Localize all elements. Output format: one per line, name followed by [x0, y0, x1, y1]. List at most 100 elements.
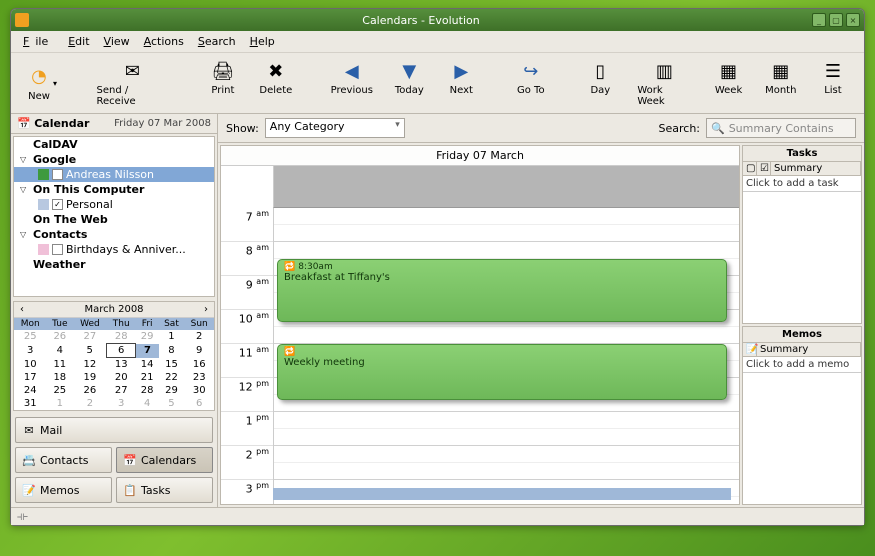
minical-day[interactable]: 8 — [159, 344, 185, 358]
menu-search[interactable]: Search — [192, 33, 242, 50]
source-calendar[interactable]: Birthdays & Anniver... — [14, 242, 214, 257]
memos-add-row[interactable]: Click to add a memo — [743, 357, 861, 373]
minical-day[interactable]: 6 — [184, 397, 214, 410]
minimize-button[interactable]: _ — [812, 13, 826, 27]
print-icon: 🖨 — [211, 59, 235, 83]
memos-col-icon[interactable]: 📝 — [743, 343, 757, 356]
source-group[interactable]: ▽Contacts — [14, 227, 214, 242]
minical-day[interactable]: 29 — [159, 384, 185, 397]
minical-day[interactable]: 1 — [46, 397, 73, 410]
source-group[interactable]: Weather — [14, 257, 214, 272]
switcher-tasks[interactable]: 📋Tasks — [116, 477, 213, 503]
minical-prev[interactable]: ‹ — [20, 304, 24, 315]
search-input[interactable]: 🔍Summary Contains — [706, 118, 856, 138]
menu-help[interactable]: Help — [244, 33, 281, 50]
minical-day[interactable]: 26 — [73, 384, 106, 397]
calendar-event[interactable]: 🔁8:30amBreakfast at Tiffany's — [277, 259, 727, 322]
minical-next[interactable]: › — [204, 304, 208, 315]
minical-day[interactable]: 5 — [159, 397, 185, 410]
minical-day[interactable]: 16 — [184, 358, 214, 372]
minical-day[interactable]: 12 — [73, 358, 106, 372]
minical-day[interactable]: 25 — [46, 384, 73, 397]
show-category-combo[interactable]: Any Category — [265, 118, 405, 138]
minical-day[interactable]: 20 — [107, 371, 136, 384]
switcher-memos[interactable]: 📝Memos — [15, 477, 112, 503]
minical-day[interactable]: 4 — [136, 397, 159, 410]
goto-button[interactable]: ↪Go To — [506, 57, 556, 109]
minical-day[interactable]: 28 — [107, 330, 136, 344]
menu-file[interactable]: File — [17, 33, 60, 50]
minical-day[interactable]: 30 — [184, 384, 214, 397]
tasks-add-row[interactable]: Click to add a task — [743, 176, 861, 192]
minical-day[interactable]: 27 — [107, 384, 136, 397]
tasks-col-summary[interactable]: Summary — [771, 162, 861, 175]
statusbar-grip-icon[interactable]: ⟛ — [17, 509, 28, 524]
day-view[interactable]: Friday 07 March 7 am8 am9 am10 am11 am12… — [220, 145, 740, 505]
tasks-col-complete-icon[interactable]: ▢ — [743, 162, 757, 175]
menu-edit[interactable]: Edit — [62, 33, 95, 50]
source-calendar[interactable]: ✓Andreas Nilsson — [14, 167, 214, 182]
minical-day[interactable]: 24 — [14, 384, 46, 397]
print-button[interactable]: 🖨Print — [198, 57, 248, 109]
source-group[interactable]: ▽Google — [14, 152, 214, 167]
menu-view[interactable]: View — [98, 33, 136, 50]
calendar-event[interactable]: 🔁Weekly meeting — [277, 344, 727, 400]
minical-day[interactable]: 18 — [46, 371, 73, 384]
minical-day[interactable]: 28 — [136, 384, 159, 397]
next-button[interactable]: ▶Next — [436, 57, 486, 109]
minical-day[interactable]: 21 — [136, 371, 159, 384]
send-receive-button[interactable]: ✉Send / Receive — [87, 57, 179, 109]
minical-day[interactable]: 14 — [136, 358, 159, 372]
close-button[interactable]: × — [846, 13, 860, 27]
minical-day[interactable]: 26 — [46, 330, 73, 344]
minical-day[interactable]: 2 — [73, 397, 106, 410]
source-group[interactable]: ▽On This Computer — [14, 182, 214, 197]
hour-label: 11 am — [221, 344, 273, 378]
new-button[interactable]: ◔New ▾ — [17, 57, 67, 109]
minical-day[interactable]: 11 — [46, 358, 73, 372]
time-grid[interactable]: 7 am8 am9 am10 am11 am12 pm1 pm2 pm3 pm … — [221, 208, 739, 504]
minical-day[interactable]: 3 — [14, 344, 46, 358]
minical-day[interactable]: 9 — [184, 344, 214, 358]
month-view-button[interactable]: ▦Month — [756, 57, 806, 109]
previous-button[interactable]: ◀Previous — [321, 57, 382, 109]
titlebar[interactable]: Calendars - Evolution _ ▢ × — [11, 9, 864, 31]
minical-day[interactable]: 19 — [73, 371, 106, 384]
switcher-calendars[interactable]: 📅Calendars — [116, 447, 213, 473]
delete-button[interactable]: ✖Delete — [250, 57, 302, 109]
minical-day[interactable]: 2 — [184, 330, 214, 344]
switcher-mail[interactable]: ✉Mail — [15, 417, 213, 443]
minical-day[interactable]: 15 — [159, 358, 185, 372]
minical-day[interactable]: 6 — [107, 344, 136, 358]
menu-actions[interactable]: Actions — [138, 33, 190, 50]
allday-area[interactable] — [273, 166, 739, 208]
minical-day[interactable]: 13 — [107, 358, 136, 372]
minical-day[interactable]: 3 — [107, 397, 136, 410]
tasks-col-check-icon[interactable]: ☑ — [757, 162, 771, 175]
list-view-button[interactable]: ☰List — [808, 57, 858, 109]
minical-day[interactable]: 25 — [14, 330, 46, 344]
mini-calendar[interactable]: ‹ March 2008 › MonTueWedThuFriSatSun2526… — [13, 301, 215, 411]
source-group[interactable]: On The Web — [14, 212, 214, 227]
calendar-source-list[interactable]: CalDAV▽Google✓Andreas Nilsson▽On This Co… — [13, 136, 215, 297]
day-view-button[interactable]: ▯Day — [575, 57, 625, 109]
minical-day[interactable]: 31 — [14, 397, 46, 410]
minical-day[interactable]: 10 — [14, 358, 46, 372]
minical-day[interactable]: 27 — [73, 330, 106, 344]
minical-day[interactable]: 5 — [73, 344, 106, 358]
today-button[interactable]: ▼Today — [384, 57, 434, 109]
minical-day[interactable]: 29 — [136, 330, 159, 344]
source-calendar[interactable]: ✓Personal — [14, 197, 214, 212]
switcher-contacts[interactable]: 📇Contacts — [15, 447, 112, 473]
minical-day[interactable]: 4 — [46, 344, 73, 358]
minical-day[interactable]: 22 — [159, 371, 185, 384]
minical-day[interactable]: 1 — [159, 330, 185, 344]
source-group[interactable]: CalDAV — [14, 137, 214, 152]
minical-day[interactable]: 23 — [184, 371, 214, 384]
workweek-view-button[interactable]: ▥Work Week — [627, 57, 701, 109]
minical-day[interactable]: 17 — [14, 371, 46, 384]
minical-day[interactable]: 7 — [136, 344, 159, 358]
maximize-button[interactable]: ▢ — [829, 13, 843, 27]
week-view-button[interactable]: ▦Week — [704, 57, 754, 109]
memos-col-summary[interactable]: Summary — [757, 343, 861, 356]
